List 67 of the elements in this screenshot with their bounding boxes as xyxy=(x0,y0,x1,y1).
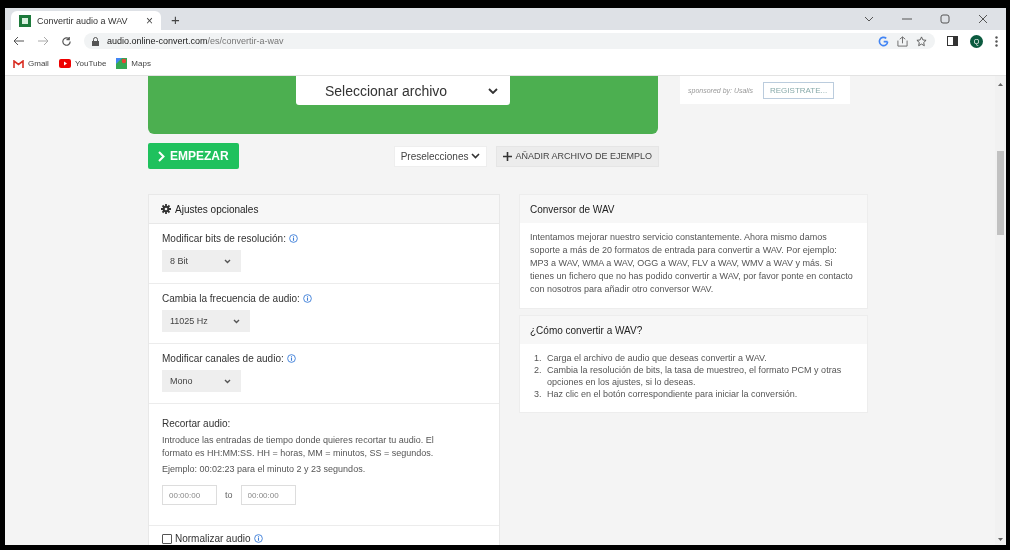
back-icon[interactable] xyxy=(13,36,25,46)
normalize-label: Normalizar audio xyxy=(175,533,251,544)
scroll-up-icon[interactable] xyxy=(998,82,1003,86)
step-number: 3. xyxy=(534,388,543,400)
lock-icon xyxy=(92,36,99,46)
caret-icon xyxy=(488,87,498,94)
forward-icon[interactable] xyxy=(37,36,49,46)
settings-title: Ajustes opcionales xyxy=(175,203,259,215)
info-icon[interactable] xyxy=(302,294,312,303)
setting-label: Cambia la frecuencia de audio: xyxy=(162,293,300,304)
setting-label: Modificar canales de audio: xyxy=(162,353,284,364)
restore-icon[interactable] xyxy=(940,14,950,24)
chevron-right-icon xyxy=(158,150,165,162)
step-text: Cambia la resolución de bits, la tasa de muestreo, el formato PCM y otras opciones en los ajustes, si lo deseas. xyxy=(547,364,843,388)
info-icon[interactable] xyxy=(288,234,298,243)
step-number: 1. xyxy=(534,352,543,364)
address-bar[interactable]: audio.online-convert.com/es/convertir-a-wav xyxy=(84,33,935,49)
star-icon[interactable] xyxy=(916,35,927,47)
setting-dropdown[interactable]: 8 Bit xyxy=(162,250,241,272)
trim-description: Introduce las entradas de tiempo donde quieres recortar tu audio. El formato es HH:MM:SS. HH = horas, MM = minutos, SS = segundos. xyxy=(162,434,435,460)
map-icon xyxy=(116,58,128,69)
normalize-checkbox[interactable] xyxy=(162,533,172,544)
step-text: Carga el archivo de audio que deseas convertir a WAV. xyxy=(547,352,767,364)
step-text: Haz clic en el botón correspondiente para iniciar la conversión. xyxy=(547,388,798,400)
scroll-down-icon[interactable] xyxy=(998,538,1003,542)
caret-icon xyxy=(471,153,481,159)
bookmark[interactable]: YouTube xyxy=(58,59,107,68)
close-icon[interactable] xyxy=(978,14,988,24)
reload-icon[interactable] xyxy=(61,35,72,47)
select-file-button[interactable]: Seleccionar archivo xyxy=(296,76,510,105)
scroll-thumb[interactable] xyxy=(997,151,1004,235)
caret-icon xyxy=(224,258,231,264)
share-icon[interactable] xyxy=(897,35,908,47)
favicon-icon xyxy=(19,14,31,27)
trim-example: Ejemplo: 00:02:23 para el minuto 2 y 23 segundos. xyxy=(162,463,367,476)
bookmark[interactable]: Maps xyxy=(116,58,151,69)
tab-close-button[interactable]: × xyxy=(146,13,153,28)
setting-dropdown[interactable]: Mono xyxy=(162,370,241,392)
url-text: audio.online-convert.com/es/convertir-a-wav xyxy=(107,36,284,46)
add-sample-button[interactable]: AÑADIR ARCHIVO DE EJEMPLO xyxy=(496,145,659,167)
plus-icon xyxy=(503,151,513,161)
tab-title: Convertir audio a WAV xyxy=(37,15,129,26)
step-number: 2. xyxy=(534,364,543,377)
new-tab-button[interactable]: + xyxy=(171,11,180,27)
to-label: to xyxy=(225,490,233,500)
card-title: ¿Cómo convertir a WAV? xyxy=(520,316,867,344)
caret-icon xyxy=(224,378,231,384)
card-title: Conversor de WAV xyxy=(520,195,867,223)
info-icon[interactable] xyxy=(286,354,296,363)
presets-dropdown[interactable]: Preselecciones xyxy=(393,145,488,167)
chevron-icon[interactable] xyxy=(864,16,874,22)
browser-tab[interactable]: Convertir audio a WAV × xyxy=(11,11,161,30)
side-panel-icon[interactable] xyxy=(947,36,958,46)
info-icon[interactable] xyxy=(253,534,263,543)
play-icon xyxy=(58,59,71,68)
start-time-field[interactable]: 00:00:00 xyxy=(162,485,217,505)
setting-label: Modificar bits de resolución: xyxy=(162,233,286,244)
gear-icon xyxy=(161,204,171,214)
google-icon[interactable] xyxy=(878,35,889,47)
caret-icon xyxy=(233,318,240,324)
setting-dropdown[interactable]: 11025 Hz xyxy=(162,310,250,332)
envelope-icon xyxy=(13,59,24,68)
bookmark[interactable]: Gmail xyxy=(13,59,49,68)
end-time-field[interactable]: 00:00:00 xyxy=(240,485,296,505)
trim-label: Recortar audio: xyxy=(162,418,231,429)
menu-icon[interactable] xyxy=(995,35,998,47)
card-text: Intentamos mejorar nuestro servicio constantemente. Ahora mismo damos soporte a más de 20 formatos de entrada para convertir a WAV. Por ejemplo: MP3 a WAV, WMA a WAV, OGG a WAV, FLV a WAV, WMV a WAV y más. Si tienes un fichero que no has podido convertir a WAV, por favor ponte en contacto con nosotros para añadir otro conversor WAV. xyxy=(530,231,854,296)
